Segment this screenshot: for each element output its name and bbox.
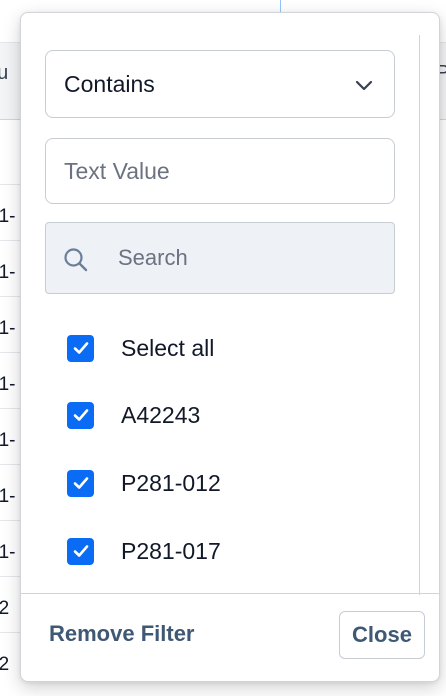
checkmark-icon [73,477,88,489]
column-filter-popup: Contains Select all A42243 [20,12,440,682]
grid-cell[interactable]: 81- [0,486,22,508]
search-icon [64,248,88,272]
checkbox[interactable] [67,469,94,497]
search-input[interactable] [118,223,388,293]
text-value-input[interactable] [45,138,395,204]
option-label: Select all [121,334,215,361]
grid-cell[interactable]: 81- [0,262,22,284]
option-label: P281-017 [121,537,221,564]
checkbox-select-all[interactable] [67,334,94,362]
checkmark-icon [73,342,88,354]
row-separator [0,464,22,465]
option-select-all[interactable]: Select all [67,328,387,368]
grid-cell[interactable]: 22 [0,598,22,620]
option-item[interactable]: P281-012 [67,463,387,503]
row-separator [0,240,22,241]
row-separator [0,408,22,409]
row-separator [0,576,22,577]
grid-cell[interactable]: 81- [0,542,22,564]
footer-divider [21,593,439,594]
checkmark-icon [73,409,88,421]
row-separator [0,296,22,297]
close-button[interactable]: Close [339,611,425,659]
search-field[interactable] [45,222,395,294]
option-item[interactable]: A42243 [67,395,387,435]
grid-cell[interactable]: 81- [0,374,22,396]
grid-cell[interactable]: 81- [0,318,22,340]
row-separator [0,520,22,521]
row-separator [0,632,22,633]
grid-cell[interactable]: 22 [0,654,22,676]
grid-cell[interactable]: 81- [0,430,22,452]
row-separator [0,184,22,185]
option-label: P281-012 [121,469,221,496]
checkmark-icon [73,545,88,557]
chevron-down-icon [355,80,373,91]
remove-filter-button[interactable]: Remove Filter [49,621,195,647]
filter-operator-value: Contains [64,70,155,97]
option-item[interactable]: P281-017 [67,531,387,571]
popup-scrollbar[interactable] [419,35,420,595]
filter-operator-select[interactable]: Contains [45,50,395,118]
checkbox[interactable] [67,537,94,565]
row-separator [0,352,22,353]
checkbox[interactable] [67,401,94,429]
grid-cell[interactable]: 81- [0,206,22,228]
column-resize-line [280,0,281,12]
option-label: A42243 [121,401,201,428]
